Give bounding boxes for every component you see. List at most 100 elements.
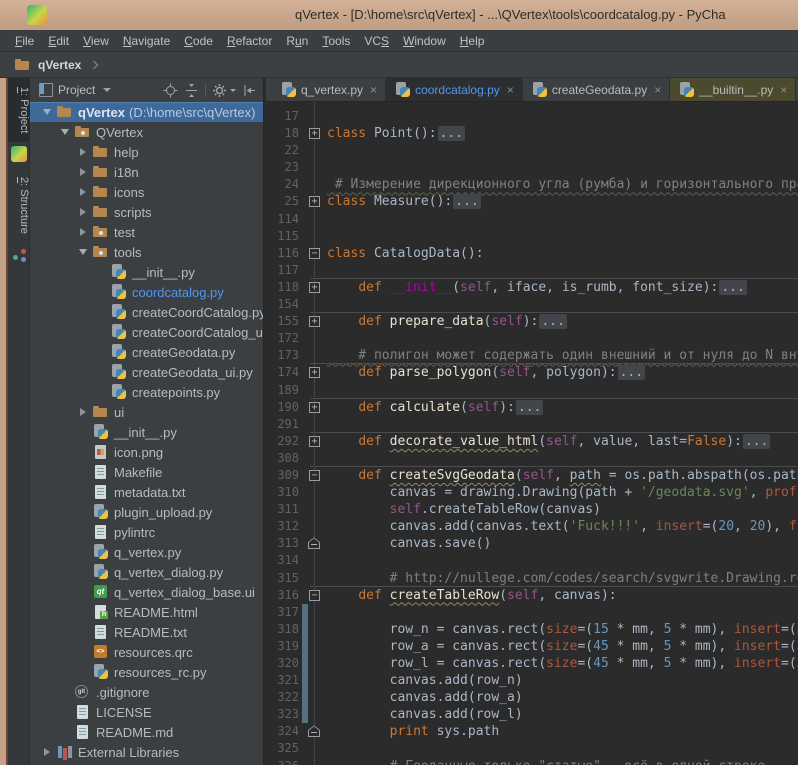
change-marker xyxy=(302,689,308,706)
tree-item-coordcatalog-py[interactable]: coordcatalog.py xyxy=(30,282,263,302)
chevron-right-icon[interactable] xyxy=(74,168,92,176)
tree-item-plugin-upload-py[interactable]: plugin_upload.py xyxy=(30,502,263,522)
fold-expand-icon[interactable]: + xyxy=(309,128,320,139)
locate-icon[interactable] xyxy=(163,83,178,98)
chevron-down-icon[interactable] xyxy=(103,88,111,92)
tree-item-test[interactable]: test xyxy=(30,222,263,242)
line-number: 314 xyxy=(266,552,299,569)
tree-item-icons[interactable]: icons xyxy=(30,182,263,202)
menu-code[interactable]: Code xyxy=(177,34,220,48)
chevron-right-icon[interactable] xyxy=(74,208,92,216)
fold-expand-icon[interactable]: + xyxy=(309,367,320,378)
menu-edit[interactable]: Edit xyxy=(41,34,76,48)
tree-item-label: metadata.txt xyxy=(114,485,186,500)
line-number: 321 xyxy=(266,672,299,689)
tree-item-q-vertex-dialog-py[interactable]: q_vertex_dialog.py xyxy=(30,562,263,582)
fold-expand-icon[interactable]: + xyxy=(309,196,320,207)
hide-panel-icon[interactable] xyxy=(242,83,257,98)
chevron-right-icon[interactable] xyxy=(74,188,92,196)
change-marker xyxy=(302,604,308,621)
menu-window[interactable]: Window xyxy=(396,34,453,48)
menu-file[interactable]: File xyxy=(8,34,41,48)
tree-item-i18n[interactable]: i18n xyxy=(30,162,263,182)
tree-item-tools[interactable]: tools xyxy=(30,242,263,262)
chevron-right-icon[interactable] xyxy=(38,748,56,756)
tree-item-help[interactable]: help xyxy=(30,142,263,162)
fold-expand-icon[interactable]: + xyxy=(309,316,320,327)
tree-item-createcoordcatalog-py[interactable]: createCoordCatalog.py xyxy=(30,302,263,322)
code-line-320: 320 row_l = canvas.rect(size=(45 * mm, 5… xyxy=(266,655,798,672)
tree-item--gitignore[interactable]: .gitignore xyxy=(30,682,263,702)
tree-item-scripts[interactable]: scripts xyxy=(30,202,263,222)
folder-icon xyxy=(92,184,110,200)
close-icon[interactable]: × xyxy=(780,83,787,97)
tree-item-icon-png[interactable]: icon.png xyxy=(30,442,263,462)
fold-region-end-icon[interactable] xyxy=(308,537,320,549)
chevron-right-icon[interactable] xyxy=(74,148,92,156)
tab-__builtin__-py[interactable]: __builtin__.py× xyxy=(670,78,796,101)
project-panel-icon xyxy=(39,83,53,97)
tree-item-license[interactable]: LICENSE xyxy=(30,702,263,722)
menu-help[interactable]: Help xyxy=(453,34,492,48)
tree-item-makefile[interactable]: Makefile xyxy=(30,462,263,482)
tree-item-external-libraries[interactable]: External Libraries xyxy=(30,742,263,762)
chevron-down-icon[interactable] xyxy=(38,109,56,115)
tree-item-readme-md[interactable]: README.md xyxy=(30,722,263,742)
tree-item-createpoints-py[interactable]: createpoints.py xyxy=(30,382,263,402)
code-line-322: 322 canvas.add(row_a) xyxy=(266,689,798,706)
line-number: 323 xyxy=(266,706,299,723)
chevron-down-icon[interactable] xyxy=(230,89,236,92)
tree-item-createcoordcatalog-ui-py[interactable]: createCoordCatalog_ui.py xyxy=(30,322,263,342)
menu-refactor[interactable]: Refactor xyxy=(220,34,279,48)
code-line-314: 314 xyxy=(266,552,798,569)
fold-collapse-icon[interactable]: − xyxy=(309,590,320,601)
tool-window-strip: 1: Project 2: Structure xyxy=(8,78,30,765)
toolwindow-button-structure[interactable]: 2: Structure xyxy=(8,168,30,243)
tree-item-readme-txt[interactable]: README.txt xyxy=(30,622,263,642)
tree-item-q-vertex-py[interactable]: q_vertex.py xyxy=(30,542,263,562)
tree-item--init-py[interactable]: __init__.py xyxy=(30,262,263,282)
tab-coordcatalog-py[interactable]: coordcatalog.py× xyxy=(386,78,523,101)
close-icon[interactable]: × xyxy=(370,83,377,97)
folder-icon xyxy=(56,104,74,120)
tree-item-label: q_vertex.py xyxy=(114,545,181,560)
settings-gear-icon[interactable] xyxy=(212,83,227,98)
tree-item-resources-qrc[interactable]: resources.qrc xyxy=(30,642,263,662)
toolwindow-button-project[interactable]: 1: Project xyxy=(8,78,30,142)
fold-expand-icon[interactable]: + xyxy=(309,282,320,293)
tree-item-readme-html[interactable]: README.html xyxy=(30,602,263,622)
tree-item-creategeodata-py[interactable]: createGeodata.py xyxy=(30,342,263,362)
chevron-right-icon[interactable] xyxy=(74,228,92,236)
tree-item-qvertex[interactable]: qVertex (D:\home\src\qVertex) xyxy=(30,102,263,122)
fold-collapse-icon[interactable]: − xyxy=(309,470,320,481)
tree-item-ui[interactable]: ui xyxy=(30,402,263,422)
menu-vcs[interactable]: VCS xyxy=(357,34,396,48)
tree-item-metadata-txt[interactable]: metadata.txt xyxy=(30,482,263,502)
close-icon[interactable]: × xyxy=(654,83,661,97)
breadcrumb[interactable]: qVertex xyxy=(38,58,81,72)
fold-expand-icon[interactable]: + xyxy=(309,402,320,413)
code-line-114: 114 xyxy=(266,211,798,228)
fold-collapse-icon[interactable]: − xyxy=(309,248,320,259)
tab-createGeodata-py[interactable]: createGeodata.py× xyxy=(523,78,670,101)
code-line-173: 173 # полигон может содержать один внешн… xyxy=(266,347,798,364)
tree-item-pylintrc[interactable]: pylintrc xyxy=(30,522,263,542)
chevron-down-icon[interactable] xyxy=(56,129,74,135)
fold-expand-icon[interactable]: + xyxy=(309,436,320,447)
tree-item-resources-rc-py[interactable]: resources_rc.py xyxy=(30,662,263,682)
tree-item-qvertex[interactable]: QVertex xyxy=(30,122,263,142)
chevron-down-icon[interactable] xyxy=(74,249,92,255)
menu-run[interactable]: Run xyxy=(279,34,315,48)
menu-tools[interactable]: Tools xyxy=(315,34,357,48)
tree-item-creategeodata-ui-py[interactable]: createGeodata_ui.py xyxy=(30,362,263,382)
fold-region-end-icon[interactable] xyxy=(308,725,320,737)
tree-item--init-py[interactable]: __init__.py xyxy=(30,422,263,442)
tab-q_vertex-py[interactable]: q_vertex.py× xyxy=(272,78,386,101)
menu-navigate[interactable]: Navigate xyxy=(116,34,177,48)
collapse-all-icon[interactable] xyxy=(184,83,199,98)
chevron-right-icon[interactable] xyxy=(74,408,92,416)
tree-item-q-vertex-dialog-base-ui[interactable]: q_vertex_dialog_base.ui xyxy=(30,582,263,602)
menu-view[interactable]: View xyxy=(76,34,116,48)
git-icon xyxy=(74,684,92,700)
close-icon[interactable]: × xyxy=(507,83,514,97)
